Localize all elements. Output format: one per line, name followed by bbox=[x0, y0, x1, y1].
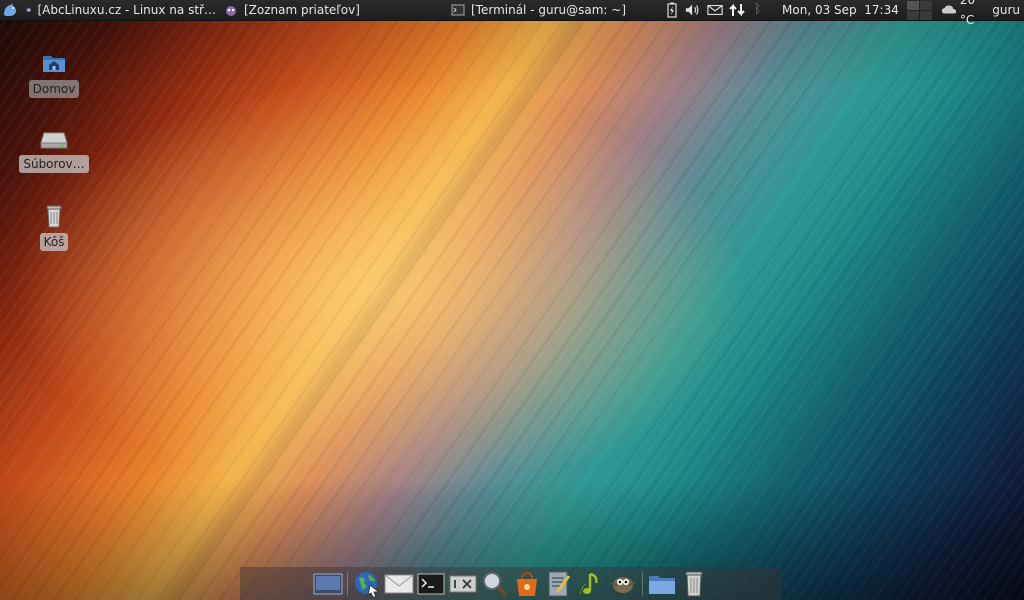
task-buddy-list[interactable]: [Zoznam priateľov] bbox=[220, 0, 408, 20]
web-browser-icon bbox=[355, 571, 381, 597]
software-center-icon bbox=[517, 571, 537, 596]
dock-gimp[interactable] bbox=[608, 569, 638, 599]
dock-separator bbox=[642, 571, 643, 596]
clock[interactable]: Mon, 03 Sep 17:34 bbox=[776, 0, 905, 20]
volume-icon[interactable] bbox=[685, 2, 701, 18]
browser-icon bbox=[26, 7, 32, 13]
dock-web-browser[interactable] bbox=[352, 569, 382, 599]
task-label: [Terminál - guru@sam: ~] bbox=[471, 3, 627, 17]
dock-music-player[interactable] bbox=[576, 569, 606, 599]
trash-icon bbox=[685, 571, 703, 596]
whisker-menu-button[interactable] bbox=[0, 0, 22, 20]
terminal-icon bbox=[451, 4, 465, 16]
terminal-icon bbox=[417, 573, 445, 594]
dock-text-editor[interactable] bbox=[544, 569, 574, 599]
task-browser[interactable]: [AbcLinuxu.cz - Linux na stř… bbox=[22, 0, 220, 20]
dock-file-manager[interactable] bbox=[647, 569, 677, 599]
search-icon bbox=[483, 571, 508, 596]
weather-cloud-icon[interactable] bbox=[941, 2, 957, 18]
task-terminal[interactable]: [Terminál - guru@sam: ~] bbox=[447, 0, 662, 20]
mail-icon bbox=[384, 574, 414, 593]
xfce-mouse-icon bbox=[4, 3, 16, 16]
bluetooth-icon[interactable]: ᛒ bbox=[751, 2, 765, 18]
desktop-icon-trash[interactable]: Kôš bbox=[34, 203, 74, 251]
system-tray: ᛒ Mon, 03 Sep 17:34 20 °C guru bbox=[662, 0, 1024, 27]
dock-trash[interactable] bbox=[679, 569, 709, 599]
workspace-switcher[interactable] bbox=[906, 0, 932, 20]
workspace-3[interactable] bbox=[906, 10, 919, 20]
desktop-icon-label: Kôš bbox=[39, 233, 69, 251]
desktop-icon-filesystem[interactable]: Súborov… bbox=[16, 127, 92, 173]
file-manager-icon bbox=[649, 575, 675, 594]
workspace-1[interactable] bbox=[906, 0, 919, 10]
drive-icon bbox=[40, 132, 68, 149]
dock-separator bbox=[347, 571, 348, 596]
dock-show-desktop[interactable] bbox=[313, 569, 343, 599]
mail-icon[interactable] bbox=[707, 2, 723, 18]
workspace-4[interactable] bbox=[919, 10, 932, 20]
task-label: [AbcLinuxu.cz - Linux na stř… bbox=[37, 3, 216, 17]
user-name[interactable]: guru bbox=[992, 0, 1024, 20]
network-icon[interactable] bbox=[729, 2, 745, 18]
pidgin-icon bbox=[225, 6, 236, 16]
desktop-icon-label: Súborov… bbox=[19, 155, 89, 173]
home-folder-icon bbox=[43, 56, 65, 72]
top-panel: [AbcLinuxu.cz - Linux na stř… [Zoznam pr… bbox=[0, 0, 1024, 27]
dock-search[interactable] bbox=[480, 569, 510, 599]
text-editor-icon bbox=[548, 571, 571, 596]
dock-mail[interactable] bbox=[384, 569, 414, 599]
settings-icon bbox=[449, 575, 477, 592]
show-desktop-icon bbox=[313, 573, 343, 594]
weather-temperature[interactable]: 20 °C bbox=[960, 0, 992, 30]
dock bbox=[240, 567, 782, 600]
task-label: [Zoznam priateľov] bbox=[243, 3, 360, 17]
workspace-2[interactable] bbox=[919, 0, 932, 10]
dock-terminal[interactable] bbox=[416, 569, 446, 599]
desktop-wallpaper bbox=[0, 0, 1024, 600]
battery-icon[interactable] bbox=[665, 2, 679, 18]
desktop-icon-home[interactable]: Domov bbox=[28, 50, 80, 98]
trash-icon bbox=[46, 205, 62, 228]
gimp-icon bbox=[610, 576, 636, 593]
dock-settings[interactable] bbox=[448, 569, 478, 599]
music-player-icon bbox=[579, 572, 598, 594]
dock-software-center[interactable] bbox=[512, 569, 542, 599]
desktop-icon-label: Domov bbox=[28, 80, 80, 98]
